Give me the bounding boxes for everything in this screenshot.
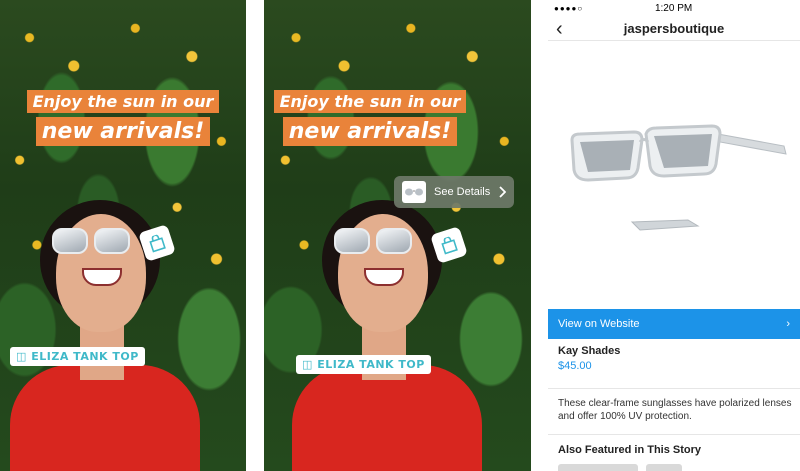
featured-item-thumbnail[interactable] bbox=[646, 464, 682, 471]
divider bbox=[246, 0, 264, 471]
signal-icon: ●●●●○ bbox=[554, 3, 584, 13]
tag-bag-icon: ◫ bbox=[302, 358, 318, 371]
story-headline: Enjoy the sun in our new arrivals! bbox=[264, 88, 476, 148]
product-tag-label: ELIZA TANK TOP bbox=[31, 350, 139, 363]
view-on-website-button[interactable]: View on Website › bbox=[548, 309, 800, 339]
chevron-right-icon bbox=[499, 186, 507, 198]
story-panel-2: Enjoy the sun in our new arrivals! See D… bbox=[264, 0, 531, 471]
featured-item-thumbnail[interactable] bbox=[558, 464, 638, 471]
tag-bag-icon: ◫ bbox=[16, 350, 32, 363]
divider bbox=[548, 388, 800, 389]
nav-bar: ‹ jaspersboutique bbox=[548, 16, 800, 41]
product-thumbnail bbox=[402, 181, 426, 203]
model-photo bbox=[264, 190, 531, 471]
divider bbox=[531, 0, 548, 471]
status-time: 1:20 PM bbox=[654, 2, 693, 14]
product-detail-screen: ●●●●○ 1:20 PM ‹ jaspersboutique View on … bbox=[548, 0, 800, 471]
product-image bbox=[548, 42, 800, 307]
product-price: $45.00 bbox=[558, 360, 592, 372]
divider bbox=[548, 434, 800, 435]
model-photo bbox=[0, 190, 246, 471]
account-name: jaspersboutique bbox=[623, 21, 725, 36]
chevron-right-icon: › bbox=[786, 318, 790, 330]
status-bar: ●●●●○ 1:20 PM bbox=[548, 0, 800, 16]
story-panel-1: Enjoy the sun in our new arrivals! ◫ ELI… bbox=[0, 0, 246, 471]
headline-line-1: Enjoy the sun in our bbox=[273, 90, 467, 113]
headline-line-1: Enjoy the sun in our bbox=[26, 90, 220, 113]
product-name: Kay Shades bbox=[558, 345, 621, 357]
product-info: Kay Shades $45.00 bbox=[558, 345, 796, 372]
product-description: These clear-frame sunglasses have polari… bbox=[558, 398, 792, 422]
view-on-website-label: View on Website bbox=[558, 318, 640, 330]
product-tag[interactable]: ◫ ELIZA TANK TOP bbox=[296, 355, 431, 374]
see-details-label: See Details bbox=[434, 186, 491, 198]
headline-line-2: new arrivals! bbox=[282, 117, 458, 146]
see-details-button[interactable]: See Details bbox=[394, 176, 515, 208]
headline-line-2: new arrivals! bbox=[35, 117, 211, 146]
section-title: Also Featured in This Story bbox=[558, 444, 702, 456]
product-tag[interactable]: ◫ ELIZA TANK TOP bbox=[10, 347, 145, 366]
product-tag-label: ELIZA TANK TOP bbox=[317, 358, 425, 371]
story-headline: Enjoy the sun in our new arrivals! bbox=[0, 88, 246, 148]
